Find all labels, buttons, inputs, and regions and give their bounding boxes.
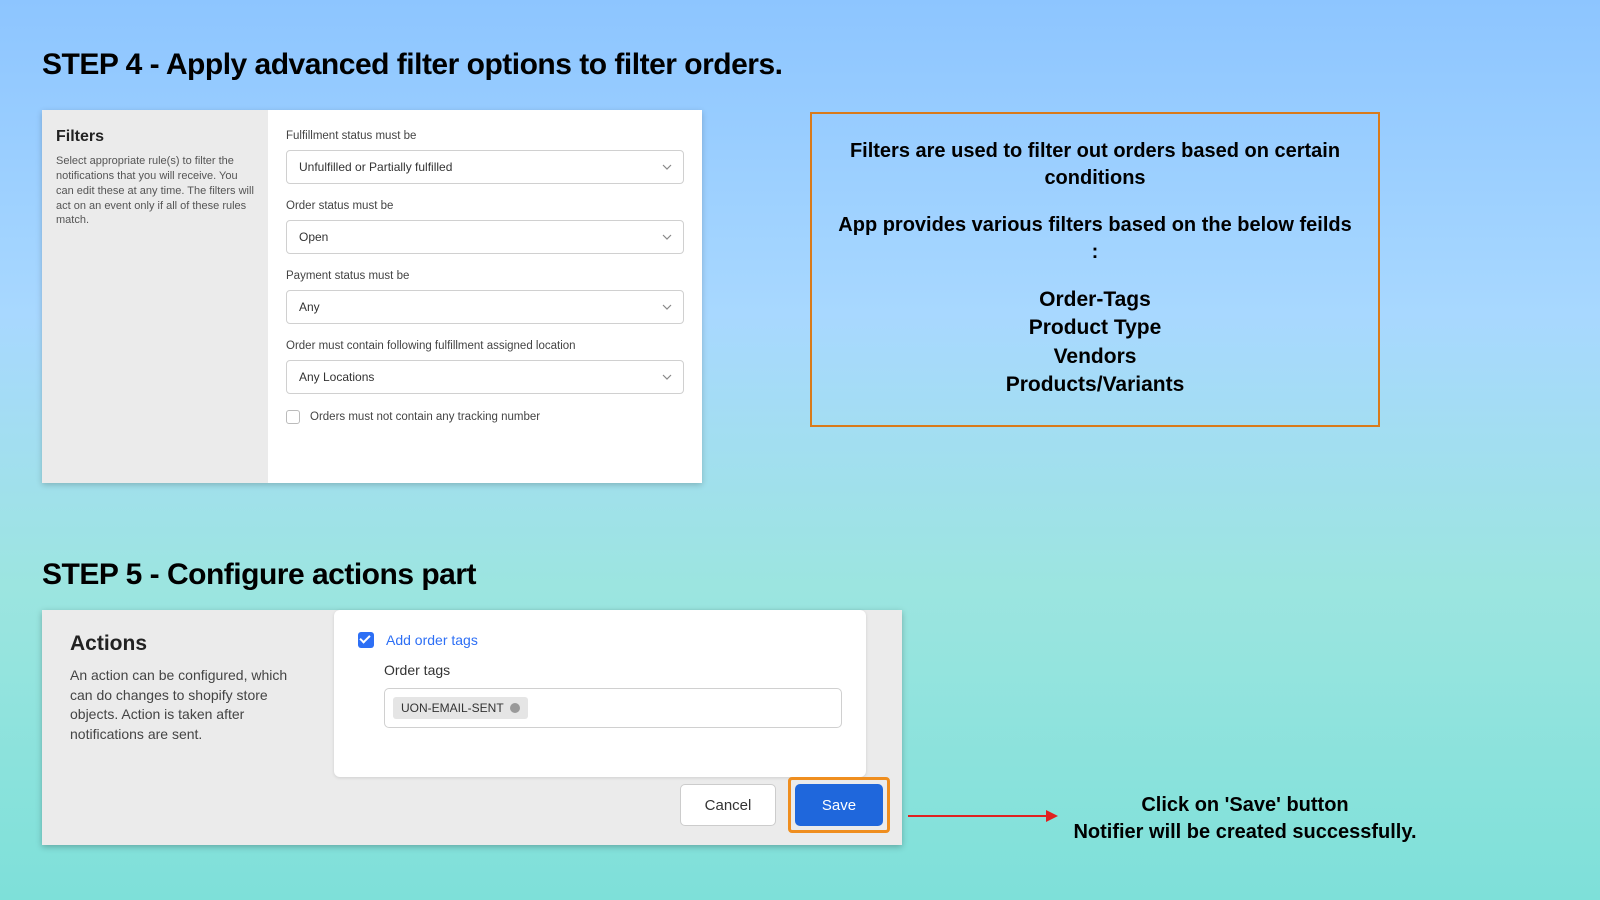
order-tag-chip[interactable]: UON-EMAIL-SENT xyxy=(393,697,528,719)
remove-tag-icon[interactable] xyxy=(510,703,520,713)
info-item: Vendors xyxy=(838,343,1352,371)
save-callout: Click on 'Save' button Notifier will be … xyxy=(1065,792,1425,846)
step4-heading: STEP 4 - Apply advanced filter options t… xyxy=(42,48,782,82)
save-callout-line2: Notifier will be created successfully. xyxy=(1065,819,1425,846)
filters-description: Select appropriate rule(s) to filter the… xyxy=(56,154,254,228)
filters-form: Fulfillment status must be Unfulfilled o… xyxy=(268,110,702,483)
payment-status-value: Any xyxy=(299,300,320,314)
tracking-checkbox-row[interactable]: Orders must not contain any tracking num… xyxy=(286,410,684,424)
info-item: Products/Variants xyxy=(838,371,1352,399)
step5-heading: STEP 5 - Configure actions part xyxy=(42,558,476,592)
fulfillment-label: Fulfillment status must be xyxy=(286,130,684,142)
save-button-highlight: Save xyxy=(788,777,890,833)
action-buttons-row: Cancel Save xyxy=(680,777,890,833)
actions-sidebar: Actions An action can be configured, whi… xyxy=(70,632,310,744)
tracking-checkbox[interactable] xyxy=(286,410,300,424)
order-status-value: Open xyxy=(299,230,328,244)
filters-panel: Filters Select appropriate rule(s) to fi… xyxy=(42,110,702,483)
chevron-down-icon xyxy=(661,231,673,243)
tag-chip-text: UON-EMAIL-SENT xyxy=(401,701,504,715)
cancel-button[interactable]: Cancel xyxy=(680,784,776,826)
fulfillment-select[interactable]: Unfulfilled or Partially fulfilled xyxy=(286,150,684,184)
info-item: Order-Tags xyxy=(838,286,1352,314)
order-tags-input[interactable]: UON-EMAIL-SENT xyxy=(384,688,842,728)
fulfillment-value: Unfulfilled or Partially fulfilled xyxy=(299,160,452,174)
save-callout-line1: Click on 'Save' button xyxy=(1065,792,1425,819)
order-tags-label: Order tags xyxy=(384,662,842,678)
arrow-icon xyxy=(908,802,1058,830)
location-label: Order must contain following fulfillment… xyxy=(286,340,684,352)
info-line1: Filters are used to filter out orders ba… xyxy=(838,138,1352,192)
chevron-down-icon xyxy=(661,371,673,383)
filters-title: Filters xyxy=(56,128,254,146)
info-item: Product Type xyxy=(838,314,1352,342)
chevron-down-icon xyxy=(661,301,673,313)
tracking-checkbox-label: Orders must not contain any tracking num… xyxy=(310,411,540,423)
payment-status-label: Payment status must be xyxy=(286,270,684,282)
actions-description: An action can be configured, which can d… xyxy=(70,666,310,744)
add-order-tags-row[interactable]: Add order tags xyxy=(358,632,842,648)
payment-status-select[interactable]: Any xyxy=(286,290,684,324)
info-line2: App provides various filters based on th… xyxy=(838,212,1352,266)
actions-card: Add order tags Order tags UON-EMAIL-SENT xyxy=(334,610,866,777)
actions-panel: Actions An action can be configured, whi… xyxy=(42,610,902,845)
actions-title: Actions xyxy=(70,632,310,656)
location-select[interactable]: Any Locations xyxy=(286,360,684,394)
chevron-down-icon xyxy=(661,161,673,173)
order-status-label: Order status must be xyxy=(286,200,684,212)
info-filter-fields-list: Order-Tags Product Type Vendors Products… xyxy=(838,286,1352,399)
filters-info-callout: Filters are used to filter out orders ba… xyxy=(810,112,1380,427)
filters-sidebar: Filters Select appropriate rule(s) to fi… xyxy=(42,110,268,483)
order-status-select[interactable]: Open xyxy=(286,220,684,254)
add-order-tags-label: Add order tags xyxy=(386,632,478,648)
add-order-tags-checkbox[interactable] xyxy=(358,632,374,648)
save-button[interactable]: Save xyxy=(795,784,883,826)
location-value: Any Locations xyxy=(299,370,374,384)
